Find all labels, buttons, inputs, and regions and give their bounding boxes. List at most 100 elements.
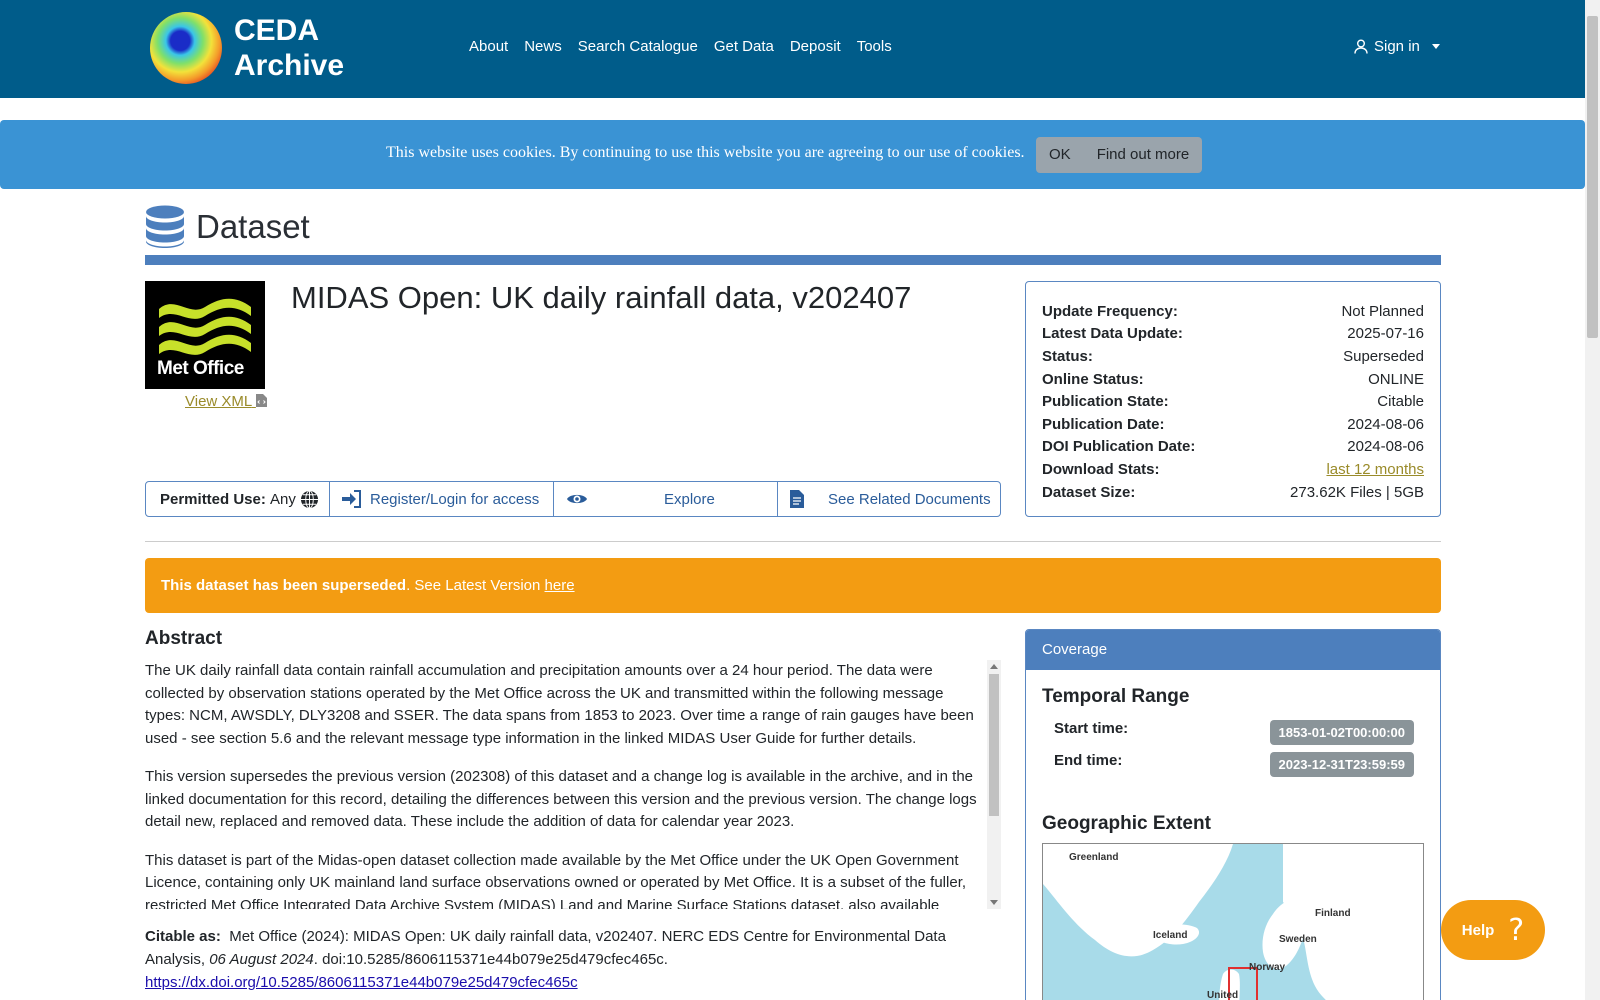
info-value: Superseded xyxy=(1343,347,1424,365)
caret-down-icon xyxy=(1431,44,1440,49)
geographic-map[interactable]: Greenland Iceland Finland Sweden Norway … xyxy=(1042,843,1424,1000)
brand-logo[interactable]: CEDA Archive xyxy=(150,12,344,84)
cookie-button-group: OK Find out more xyxy=(1036,137,1203,173)
info-key: Download Stats: xyxy=(1042,460,1160,478)
database-icon xyxy=(146,205,184,248)
header-divider xyxy=(145,255,1441,265)
info-key: Status: xyxy=(1042,347,1093,365)
cookie-banner: This website uses cookies. By continuing… xyxy=(0,120,1585,189)
dataset-info-panel: Update Frequency: Not Planned Latest Data… xyxy=(1025,281,1441,517)
section-divider xyxy=(145,541,1441,542)
map-label-united: United xyxy=(1207,990,1239,1000)
info-row-publication-state: Publication State: Citable xyxy=(1042,390,1424,413)
doi-link[interactable]: https://dx.doi.org/10.5285/8606115371e44… xyxy=(145,974,578,991)
info-row-doi-publication-date: DOI Publication Date: 2024-08-06 xyxy=(1042,436,1424,459)
question-icon: ? xyxy=(1508,912,1525,948)
main-nav: About News Search Catalogue Get Data Dep… xyxy=(469,38,892,55)
cookie-find-out-more-button[interactable]: Find out more xyxy=(1083,137,1203,173)
map-label-norway: Norway xyxy=(1249,962,1286,973)
permitted-use-label: Permitted Use: xyxy=(160,490,266,508)
info-value: Not Planned xyxy=(1341,302,1424,320)
latest-version-link[interactable]: here xyxy=(545,577,575,594)
nav-deposit[interactable]: Deposit xyxy=(790,38,841,55)
page-scrollbar[interactable] xyxy=(1585,0,1600,1000)
citation-doi: . doi:10.5285/8606115371e44b079e25d479cf… xyxy=(313,951,668,968)
scroll-thumb[interactable] xyxy=(989,674,999,816)
info-value: Citable xyxy=(1377,393,1424,411)
page-scroll-thumb[interactable] xyxy=(1587,16,1598,338)
code-file-icon xyxy=(255,394,267,407)
nav-get-data[interactable]: Get Data xyxy=(714,38,774,55)
nav-search-catalogue[interactable]: Search Catalogue xyxy=(578,38,698,55)
coverage-panel: Coverage Temporal Range Start time: 1853… xyxy=(1025,629,1441,1000)
info-key: Latest Data Update: xyxy=(1042,325,1183,343)
abstract-scroll-box[interactable]: The UK daily rainfall data contain rainf… xyxy=(145,660,1001,909)
info-row-latest-update: Latest Data Update: 2025-07-16 xyxy=(1042,323,1424,346)
scroll-down-arrow[interactable] xyxy=(990,900,998,905)
superseded-alert: This dataset has been superseded. See La… xyxy=(145,558,1441,613)
help-label: Help xyxy=(1461,921,1495,939)
wave-logo-icon xyxy=(159,298,251,355)
nav-about[interactable]: About xyxy=(469,38,508,55)
eye-icon xyxy=(567,494,587,504)
met-office-logo: Met Office xyxy=(145,281,265,389)
permitted-use-value: Any xyxy=(270,490,296,508)
globe-icon xyxy=(301,489,319,509)
info-key: DOI Publication Date: xyxy=(1042,438,1196,456)
help-button[interactable]: Help ? xyxy=(1441,900,1545,960)
info-row-update-frequency: Update Frequency: Not Planned xyxy=(1042,300,1424,323)
info-value: 2024-08-06 xyxy=(1347,415,1424,433)
citation-label: Citable as: xyxy=(145,928,221,945)
brand-line-2: Archive xyxy=(234,49,345,82)
explore-label: Explore xyxy=(664,490,715,508)
nav-tools[interactable]: Tools xyxy=(857,38,892,55)
page-header: Dataset xyxy=(145,205,310,249)
view-xml-link[interactable]: View XML xyxy=(185,393,267,410)
abstract-scrollbar[interactable] xyxy=(987,660,1001,909)
download-stats-link[interactable]: last 12 months xyxy=(1326,461,1424,478)
geographic-extent-heading: Geographic Extent xyxy=(1042,813,1211,834)
cookie-text: This website uses cookies. By continuing… xyxy=(386,144,1025,161)
start-time-badge: 1853-01-02T00:00:00 xyxy=(1269,720,1414,745)
explore-button[interactable]: Explore xyxy=(554,482,778,516)
citation-date: 06 August 2024 xyxy=(209,951,314,968)
info-value: 273.62K Files | 5GB xyxy=(1290,483,1424,501)
related-documents-button[interactable]: See Related Documents xyxy=(778,482,1000,516)
permitted-use: Permitted Use: Any xyxy=(146,482,330,516)
info-key: Publication State: xyxy=(1042,393,1169,411)
abstract-heading: Abstract xyxy=(145,628,223,649)
info-key: Update Frequency: xyxy=(1042,302,1178,320)
register-login-button[interactable]: Register/Login for access xyxy=(330,482,554,516)
map-label-finland: Finland xyxy=(1315,908,1351,919)
action-bar: Permitted Use: Any Register/Login for ac… xyxy=(145,481,1001,517)
map-label-greenland: Greenland xyxy=(1069,852,1119,863)
info-value: 2025-07-16 xyxy=(1347,325,1424,343)
info-row-download-stats: Download Stats: last 12 months xyxy=(1042,458,1424,481)
logo-text: Met Office xyxy=(157,358,244,379)
map-land-shapes xyxy=(1043,844,1423,1000)
cookie-ok-button[interactable]: OK xyxy=(1036,137,1084,173)
abstract-paragraph: This dataset is part of the Midas-open d… xyxy=(145,851,967,910)
page-title: Dataset xyxy=(196,208,310,245)
temporal-range-heading: Temporal Range xyxy=(1042,686,1190,707)
end-time-row: End time: 2023-12-31T23:59:59 xyxy=(1054,752,1414,777)
info-value: ONLINE xyxy=(1368,370,1424,388)
register-login-label: Register/Login for access xyxy=(370,490,540,508)
map-label-iceland: Iceland xyxy=(1153,930,1188,941)
alert-bold-text: This dataset has been superseded xyxy=(161,577,407,594)
view-xml-label: View XML xyxy=(185,393,252,410)
start-time-row: Start time: 1853-01-02T00:00:00 xyxy=(1054,720,1414,745)
map-label-sweden: Sweden xyxy=(1279,934,1317,945)
navbar: CEDA Archive About News Search Catalogue… xyxy=(0,0,1585,98)
document-icon xyxy=(790,490,804,508)
nav-news[interactable]: News xyxy=(524,38,562,55)
end-time-label: End time: xyxy=(1054,752,1123,769)
sign-in-label: Sign in xyxy=(1374,38,1420,55)
related-documents-label: See Related Documents xyxy=(828,490,991,508)
dataset-title: MIDAS Open: UK daily rainfall data, v202… xyxy=(291,280,912,315)
globe-icon xyxy=(150,12,222,84)
scroll-up-arrow[interactable] xyxy=(990,664,998,669)
info-key: Online Status: xyxy=(1042,370,1144,388)
coverage-header: Coverage xyxy=(1026,630,1440,670)
sign-in-dropdown[interactable]: Sign in xyxy=(1354,38,1440,55)
